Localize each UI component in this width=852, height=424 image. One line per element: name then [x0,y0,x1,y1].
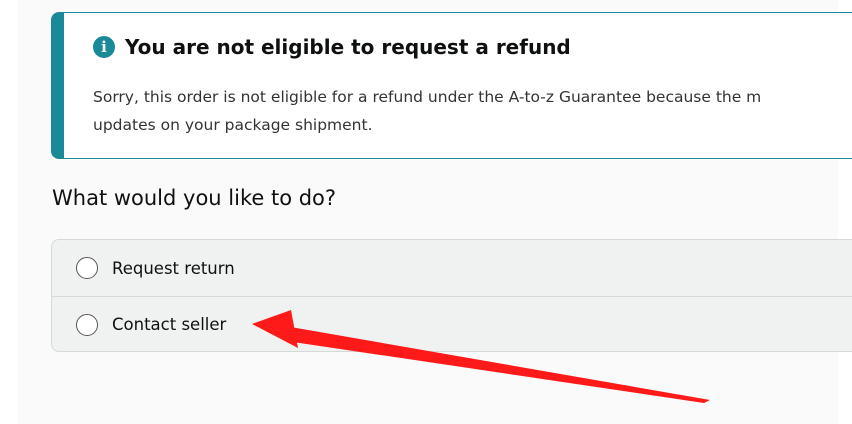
options-radio-group: Request return Contact seller [51,239,852,352]
option-contact-seller[interactable]: Contact seller [52,296,852,351]
option-label: Contact seller [112,315,227,334]
radio-button[interactable] [76,257,98,279]
alert-body: Sorry, this order is not eligible for a … [93,83,852,139]
alert-body-line-1: Sorry, this order is not eligible for a … [93,88,762,106]
option-label: Request return [112,258,235,278]
alert-body-line-2: updates on your package shipment. [93,116,373,134]
alert-heading: i You are not eligible to request a refu… [93,35,571,59]
radio-button[interactable] [76,313,98,336]
page: i You are not eligible to request a refu… [0,0,852,424]
question-heading: What would you like to do? [52,186,337,210]
ineligible-alert: i You are not eligible to request a refu… [51,12,852,159]
alert-title: You are not eligible to request a refund [125,35,571,59]
option-request-return[interactable]: Request return [52,240,852,296]
info-icon: i [93,36,115,58]
